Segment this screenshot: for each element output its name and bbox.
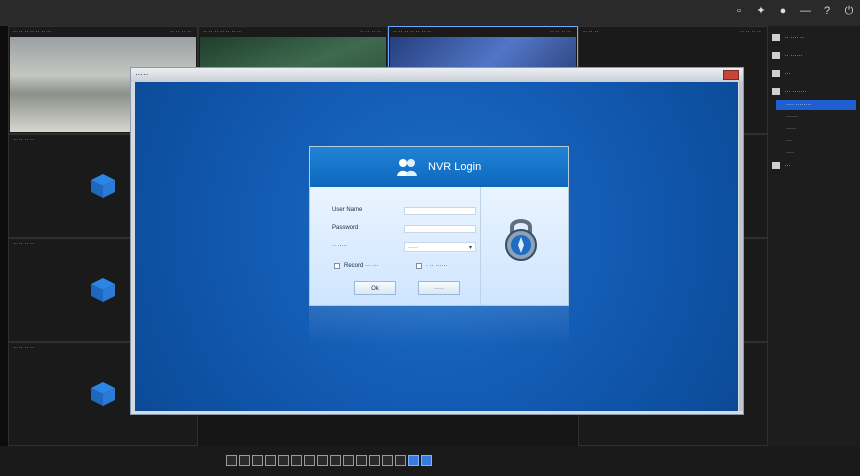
layout-tool-button[interactable] [330, 455, 341, 466]
right-panel-subitem[interactable]: ······ [786, 112, 856, 122]
username-label: User Name [332, 207, 363, 213]
close-button[interactable] [723, 70, 739, 80]
camera-placeholder-icon [91, 382, 115, 406]
pen-icon [772, 161, 780, 169]
right-panel-item[interactable]: ·· ······ [772, 50, 856, 62]
username-input[interactable] [404, 207, 476, 215]
camera-title: ·· ·· ·· [583, 29, 599, 35]
cancel-button[interactable]: ····· [418, 281, 460, 295]
password-input[interactable] [404, 225, 476, 233]
login-mode-select[interactable]: ····· ▾ [404, 242, 476, 252]
layout-tool-button[interactable] [304, 455, 315, 466]
nvr-login-panel: NVR Login User Name Password ·· ····· ··… [309, 146, 569, 306]
lock-icon [505, 219, 537, 261]
layout-tool-button[interactable] [265, 455, 276, 466]
layout-tool-button[interactable] [369, 455, 380, 466]
right-panel-subitem[interactable]: ····· [786, 124, 856, 134]
camera-icon [772, 33, 780, 41]
layout-tool-button[interactable] [239, 455, 250, 466]
camera-title: ·· ·· ·· ·· [13, 345, 34, 351]
top-icons: ▫ ✦ ● — ? ⏻ [734, 6, 854, 17]
camera-placeholder-icon [91, 174, 115, 198]
divider [480, 187, 481, 305]
layout-tool-button[interactable] [408, 455, 419, 466]
wrench-icon [772, 87, 780, 95]
user-icon[interactable]: ● [778, 6, 788, 17]
layout-tool-button[interactable] [291, 455, 302, 466]
list-icon [772, 69, 780, 77]
right-panel-item[interactable]: ··· [772, 160, 856, 172]
right-panel-label: ·· ······ [784, 53, 803, 59]
layout-tool-button[interactable] [382, 455, 393, 466]
layout-tool-button[interactable] [278, 455, 289, 466]
right-panel-label: ·· ···· ·· [784, 35, 804, 41]
dialog-title: ····· [135, 70, 149, 79]
bottom-toolbar [0, 446, 860, 476]
camera-meta: ·· ·· ·· ·· [360, 29, 381, 35]
checkbox-2-label: · ·· ······ [426, 263, 448, 269]
minimize-icon[interactable]: — [800, 6, 811, 17]
right-panel-label: ··· [784, 163, 791, 169]
camera-meta: ·· ·· ·· ·· [550, 29, 571, 35]
right-panel-subitem[interactable]: ··· [786, 136, 856, 146]
ok-button[interactable]: Ok [354, 281, 396, 295]
monitor-icon[interactable]: ▫ [734, 6, 744, 17]
layout-tool-button[interactable] [317, 455, 328, 466]
camera-placeholder-icon [91, 278, 115, 302]
camera-title: ·· ·· ·· ·· ·· ·· ·· [13, 29, 51, 35]
login-title: NVR Login [428, 161, 482, 173]
layout-tool-button[interactable] [252, 455, 263, 466]
help-icon[interactable]: ? [822, 6, 832, 17]
dialog-titlebar: ····· [131, 68, 743, 82]
camera-meta: ·· ·· ·· ·· [740, 29, 761, 35]
layout-tools [226, 455, 432, 466]
camera-title: ·· ·· ·· ·· [13, 137, 34, 143]
login-header: NVR Login [310, 147, 568, 187]
power-icon[interactable]: ⏻ [844, 6, 854, 17]
camera-title: ·· ·· ·· ·· [13, 241, 34, 247]
device-icon [772, 51, 780, 59]
camera-meta: ·· ·· ·· ·· [170, 29, 191, 35]
right-panel-label: ··· ······· [784, 89, 807, 95]
camera-title: ·· ·· ·· ·· ·· ·· ·· [393, 29, 431, 35]
checkbox-1-label: Record ··· ··· [344, 263, 379, 269]
top-bar: ▫ ✦ ● — ? ⏻ [0, 0, 860, 26]
right-panel-subitem[interactable]: ···· [786, 148, 856, 158]
layout-tool-button[interactable] [395, 455, 406, 466]
checkbox-2[interactable] [416, 263, 422, 269]
layout-tool-button[interactable] [343, 455, 354, 466]
password-label: Password [332, 225, 359, 231]
dialog-scrollbar[interactable] [739, 82, 743, 411]
select-value: ····· [408, 245, 418, 251]
settings-icon[interactable]: ✦ [756, 6, 766, 17]
layout-tool-button[interactable] [421, 455, 432, 466]
select-label: ·· ····· [332, 243, 348, 249]
users-icon [397, 159, 417, 176]
login-reflection [309, 306, 569, 346]
camera-title: ·· ·· ·· ·· ·· ·· ·· [203, 29, 241, 35]
right-panel-item[interactable]: ··· [772, 68, 856, 80]
right-panel-item[interactable]: ·· ···· ·· [772, 32, 856, 44]
right-panel-subitem-active[interactable]: ···· ········ [776, 100, 856, 110]
layout-tool-button[interactable] [226, 455, 237, 466]
right-panel-item[interactable]: ··· ······· [772, 86, 856, 98]
right-panel: ·· ···· ·· ·· ······ ··· ··· ······· ···… [768, 26, 860, 476]
login-form: User Name Password ·· ····· ····· ▾ Reco… [310, 187, 568, 305]
right-panel-label: ··· [784, 71, 791, 77]
layout-tool-button[interactable] [356, 455, 367, 466]
checkbox-1[interactable] [334, 263, 340, 269]
chevron-down-icon: ▾ [468, 245, 472, 251]
